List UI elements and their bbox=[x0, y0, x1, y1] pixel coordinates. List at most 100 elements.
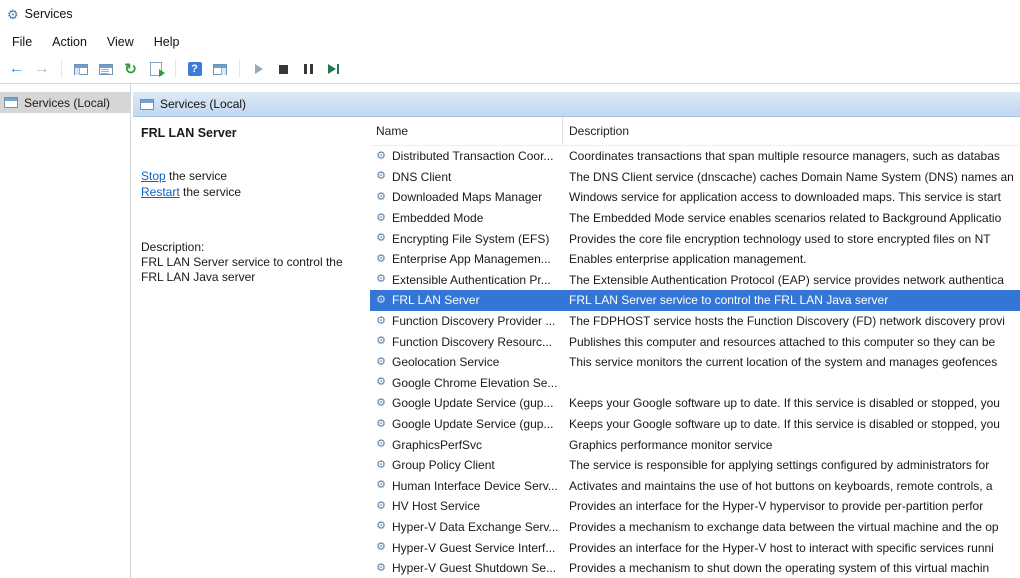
service-name-cell: FRL LAN Server bbox=[392, 293, 563, 307]
stop-service-link[interactable]: Stop bbox=[141, 169, 166, 183]
table-row[interactable]: ⚙GraphicsPerfSvcGraphics performance mon… bbox=[370, 434, 1020, 455]
table-row[interactable]: ⚙Embedded ModeThe Embedded Mode service … bbox=[370, 208, 1020, 229]
service-gear-icon: ⚙ bbox=[374, 419, 388, 430]
service-name-cell: Geolocation Service bbox=[392, 355, 563, 369]
menu-action[interactable]: Action bbox=[42, 31, 97, 53]
service-gear-icon: ⚙ bbox=[374, 254, 388, 265]
main-header-label: Services (Local) bbox=[160, 97, 246, 111]
table-row[interactable]: ⚙Hyper-V Guest Shutdown Se...Provides a … bbox=[370, 558, 1020, 578]
service-name-cell: Group Policy Client bbox=[392, 458, 563, 472]
service-detail-pane: FRL LAN Server Stop the service Restart … bbox=[133, 117, 370, 578]
service-gear-icon: ⚙ bbox=[374, 274, 388, 285]
start-service-button[interactable] bbox=[246, 58, 271, 81]
export-list-button[interactable] bbox=[143, 58, 168, 81]
service-description-cell: Activates and maintains the use of hot b… bbox=[563, 479, 1020, 493]
list-column-headers: Name Description bbox=[370, 117, 1020, 146]
service-description-cell: Coordinates transactions that span multi… bbox=[563, 149, 1020, 163]
menu-help[interactable]: Help bbox=[144, 31, 190, 53]
table-row[interactable]: ⚙Encrypting File System (EFS)Provides th… bbox=[370, 228, 1020, 249]
service-gear-icon: ⚙ bbox=[374, 233, 388, 244]
show-console-tree-button[interactable] bbox=[68, 58, 93, 81]
console-window-icon bbox=[140, 99, 154, 110]
service-name-cell: HV Host Service bbox=[392, 499, 563, 513]
menu-bar: FileActionViewHelp bbox=[0, 28, 1020, 55]
table-row[interactable]: ⚙ Google Update Service (gup...Keeps your… bbox=[370, 414, 1020, 435]
table-row[interactable]: ⚙Geolocation ServiceThis service monitor… bbox=[370, 352, 1020, 373]
table-row[interactable]: ⚙Group Policy ClientThe service is respo… bbox=[370, 455, 1020, 476]
menu-file[interactable]: File bbox=[2, 31, 42, 53]
refresh-button[interactable] bbox=[118, 58, 143, 81]
service-gear-icon: ⚙ bbox=[374, 316, 388, 327]
restart-service-button[interactable] bbox=[321, 58, 346, 81]
forward-button[interactable] bbox=[29, 58, 54, 81]
service-gear-icon: ⚙ bbox=[374, 501, 388, 512]
tree-item-label: Services (Local) bbox=[24, 96, 110, 110]
restart-service-suffix: the service bbox=[180, 185, 241, 199]
service-description-cell: Keeps your Google software up to date. I… bbox=[563, 417, 1020, 431]
table-row[interactable]: ⚙Distributed Transaction Coor...Coordina… bbox=[370, 146, 1020, 167]
service-name-cell: Human Interface Device Serv... bbox=[392, 479, 563, 493]
service-description-cell: The FDPHOST service hosts the Function D… bbox=[563, 314, 1020, 328]
restart-service-link[interactable]: Restart bbox=[141, 185, 180, 199]
content-area: Services (Local) Services (Local) FRL LA… bbox=[0, 84, 1020, 578]
table-row[interactable]: ⚙ Human Interface Device Serv...Activates… bbox=[370, 476, 1020, 497]
show-action-pane-button[interactable] bbox=[207, 58, 232, 81]
service-gear-icon: ⚙ bbox=[374, 563, 388, 574]
service-name-cell: Extensible Authentication Pr... bbox=[392, 273, 563, 287]
table-row[interactable]: ⚙Downloaded Maps ManagerWindows service … bbox=[370, 187, 1020, 208]
table-row[interactable]: ⚙Google Update Service (gup...Keeps your… bbox=[370, 393, 1020, 414]
tree-item-services-local[interactable]: Services (Local) bbox=[0, 92, 130, 113]
service-name-cell: GraphicsPerfSvc bbox=[392, 438, 563, 452]
service-description-cell: Provides an interface for the Hyper-V ho… bbox=[563, 541, 1020, 555]
service-gear-icon: ⚙ bbox=[374, 542, 388, 553]
table-row[interactable]: ⚙Hyper-V Guest Service Interf...Provides… bbox=[370, 537, 1020, 558]
service-name-cell: Distributed Transaction Coor... bbox=[392, 149, 563, 163]
service-description-cell: Windows service for application access t… bbox=[563, 190, 1020, 204]
table-row[interactable]: ⚙Google Chrome Elevation Se... bbox=[370, 373, 1020, 394]
table-row[interactable]: ⚙ FRL LAN ServerFRL LAN Server service to… bbox=[370, 290, 1020, 311]
services-list: ⚙ Distributed Transaction Coor...Coordina… bbox=[370, 146, 1020, 578]
service-description-cell: Publishes this computer and resources at… bbox=[563, 335, 1020, 349]
help-button[interactable] bbox=[182, 58, 207, 81]
service-name-cell: Function Discovery Resourc... bbox=[392, 335, 563, 349]
service-description-cell: Provides an interface for the Hyper-V hy… bbox=[563, 499, 1020, 513]
pause-service-button[interactable] bbox=[296, 58, 321, 81]
restart-service-line: Restart the service bbox=[141, 184, 360, 200]
selected-service-title: FRL LAN Server bbox=[141, 126, 360, 140]
console-window-icon bbox=[4, 97, 18, 108]
service-gear-icon: ⚙ bbox=[374, 480, 388, 491]
service-description-cell: Keeps your Google software up to date. I… bbox=[563, 396, 1020, 410]
stop-service-suffix: the service bbox=[166, 169, 227, 183]
service-gear-icon: ⚙ bbox=[374, 521, 388, 532]
main-pane: Services (Local) FRL LAN Server Stop the… bbox=[131, 84, 1020, 578]
service-gear-icon: ⚙ bbox=[374, 295, 388, 306]
service-description-cell: The Extensible Authentication Protocol (… bbox=[563, 273, 1020, 287]
table-row[interactable]: ⚙ HV Host ServiceProvides an interface fo… bbox=[370, 496, 1020, 517]
services-list-pane: Name Description ⚙ Distributed Transactio… bbox=[370, 117, 1020, 578]
table-row[interactable]: ⚙Enterprise App Managemen...Enables ente… bbox=[370, 249, 1020, 270]
service-name-cell: Embedded Mode bbox=[392, 211, 563, 225]
main-body: FRL LAN Server Stop the service Restart … bbox=[133, 117, 1020, 578]
service-description-cell: FRL LAN Server service to control the FR… bbox=[563, 293, 1020, 307]
service-name-cell: Encrypting File System (EFS) bbox=[392, 232, 563, 246]
service-description-cell: The Embedded Mode service enables scenar… bbox=[563, 211, 1020, 225]
table-row[interactable]: ⚙Function Discovery Resourc...Publishes … bbox=[370, 331, 1020, 352]
table-row[interactable]: ⚙DNS ClientThe DNS Client service (dnsca… bbox=[370, 167, 1020, 188]
service-name-cell: Google Update Service (gup... bbox=[392, 417, 563, 431]
service-name-cell: Downloaded Maps Manager bbox=[392, 190, 563, 204]
stop-service-button[interactable] bbox=[271, 58, 296, 81]
table-row[interactable]: ⚙ Extensible Authentication Pr...The Exte… bbox=[370, 270, 1020, 291]
table-row[interactable]: ⚙Hyper-V Data Exchange Serv...Provides a… bbox=[370, 517, 1020, 538]
properties-button[interactable] bbox=[93, 58, 118, 81]
table-row[interactable]: ⚙Function Discovery Provider ...The FDPH… bbox=[370, 311, 1020, 332]
console-tree-pane: Services (Local) bbox=[0, 84, 131, 578]
services-app-icon: ⚙ bbox=[7, 8, 19, 21]
toolbar-separator bbox=[54, 60, 62, 78]
toolbar-separator bbox=[232, 60, 240, 78]
back-button[interactable] bbox=[4, 58, 29, 81]
description-block: Description: FRL LAN Server service to c… bbox=[141, 240, 360, 285]
column-header-name[interactable]: Name bbox=[370, 117, 563, 145]
column-header-description[interactable]: Description bbox=[563, 117, 1020, 145]
service-description-cell: This service monitors the current locati… bbox=[563, 355, 1020, 369]
menu-view[interactable]: View bbox=[97, 31, 144, 53]
